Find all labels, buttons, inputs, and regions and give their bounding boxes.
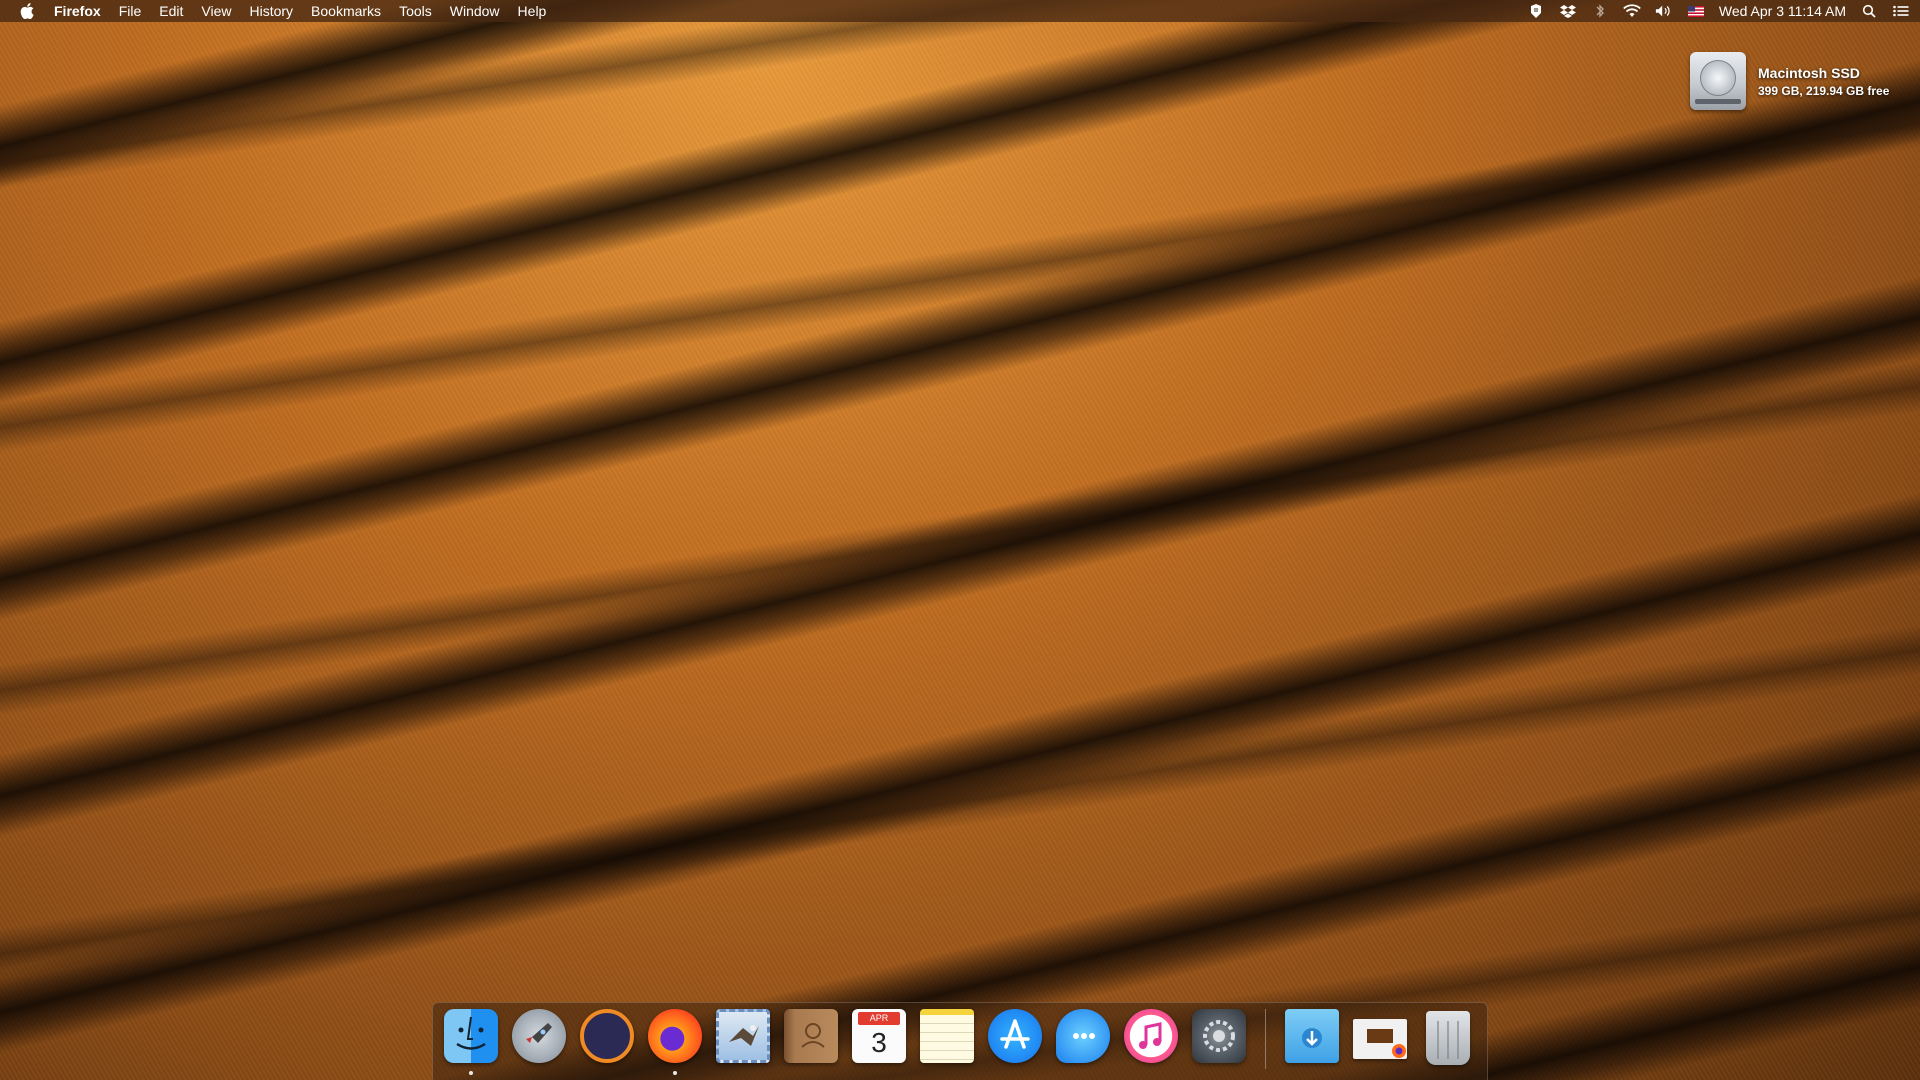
dock-item-trash[interactable] <box>1420 1009 1476 1069</box>
hard-drive-icon[interactable] <box>1690 52 1746 110</box>
menu-window[interactable]: Window <box>441 0 509 22</box>
screenshot-file-icon[interactable] <box>1353 1019 1407 1059</box>
dock-item-eclipse[interactable] <box>579 1009 635 1069</box>
spotlight-search-icon[interactable] <box>1860 3 1878 19</box>
dock-item-firefox[interactable] <box>647 1009 703 1075</box>
dock-item-calendar[interactable]: APR 3 <box>851 1009 907 1069</box>
menu-bar-clock[interactable]: Wed Apr 3 11:14 AM <box>1719 3 1846 19</box>
menu-edit[interactable]: Edit <box>150 0 192 22</box>
app-menu-firefox[interactable]: Firefox <box>54 0 110 22</box>
mail-icon[interactable] <box>716 1009 770 1063</box>
dock-item-app-store[interactable] <box>987 1009 1043 1069</box>
running-indicator <box>673 1071 677 1075</box>
calendar-month: APR <box>858 1012 900 1025</box>
bluetooth-icon[interactable] <box>1591 3 1609 19</box>
dock-separator <box>1265 1009 1266 1069</box>
dock-item-messages[interactable] <box>1055 1009 1111 1069</box>
launchpad-icon[interactable] <box>512 1009 566 1063</box>
menu-tools[interactable]: Tools <box>390 0 441 22</box>
contacts-icon[interactable] <box>784 1009 838 1063</box>
dock-item-system-preferences[interactable] <box>1191 1009 1247 1069</box>
notification-center-icon[interactable] <box>1892 3 1910 19</box>
dock-item-screenshot[interactable] <box>1352 1009 1408 1069</box>
volume-icon[interactable] <box>1655 3 1673 19</box>
wifi-icon[interactable] <box>1623 3 1641 19</box>
desktop-drive-macintosh-ssd[interactable]: Macintosh SSD 399 GB, 219.94 GB free <box>1690 52 1889 110</box>
itunes-icon[interactable] <box>1124 1009 1178 1063</box>
menu-bar: Firefox File Edit View History Bookmarks… <box>0 0 1920 22</box>
dock-item-launchpad[interactable] <box>511 1009 567 1069</box>
dock-item-contacts[interactable] <box>783 1009 839 1069</box>
notes-icon[interactable] <box>920 1009 974 1063</box>
messages-icon[interactable] <box>1056 1009 1110 1063</box>
trash-icon[interactable] <box>1426 1011 1470 1065</box>
menu-history[interactable]: History <box>240 0 302 22</box>
dock-item-itunes[interactable] <box>1123 1009 1179 1069</box>
menu-view[interactable]: View <box>192 0 240 22</box>
apple-menu-icon[interactable] <box>18 0 36 22</box>
eclipse-icon[interactable] <box>580 1009 634 1063</box>
menu-file[interactable]: File <box>110 0 151 22</box>
running-indicator <box>469 1071 473 1075</box>
dock: APR 3 <box>432 1002 1488 1080</box>
calendar-icon[interactable]: APR 3 <box>852 1009 906 1063</box>
menu-bookmarks[interactable]: Bookmarks <box>302 0 390 22</box>
downloads-folder-icon[interactable] <box>1285 1009 1339 1063</box>
system-preferences-icon[interactable] <box>1192 1009 1246 1063</box>
drive-name: Macintosh SSD <box>1758 64 1860 81</box>
bear-app-icon[interactable] <box>1527 3 1545 19</box>
dock-item-mail[interactable] <box>715 1009 771 1069</box>
app-store-icon[interactable] <box>988 1009 1042 1063</box>
dock-item-notes[interactable] <box>919 1009 975 1069</box>
menu-help[interactable]: Help <box>509 0 556 22</box>
calendar-day: 3 <box>871 1027 887 1058</box>
dropbox-icon[interactable] <box>1559 3 1577 19</box>
dock-item-finder[interactable] <box>443 1009 499 1075</box>
us-flag-input-icon[interactable] <box>1687 3 1705 19</box>
firefox-icon[interactable] <box>648 1009 702 1063</box>
drive-label: Macintosh SSD 399 GB, 219.94 GB free <box>1758 65 1889 98</box>
dock-item-downloads[interactable] <box>1284 1009 1340 1069</box>
drive-capacity: 399 GB, 219.94 GB free <box>1758 83 1890 98</box>
finder-icon[interactable] <box>444 1009 498 1063</box>
